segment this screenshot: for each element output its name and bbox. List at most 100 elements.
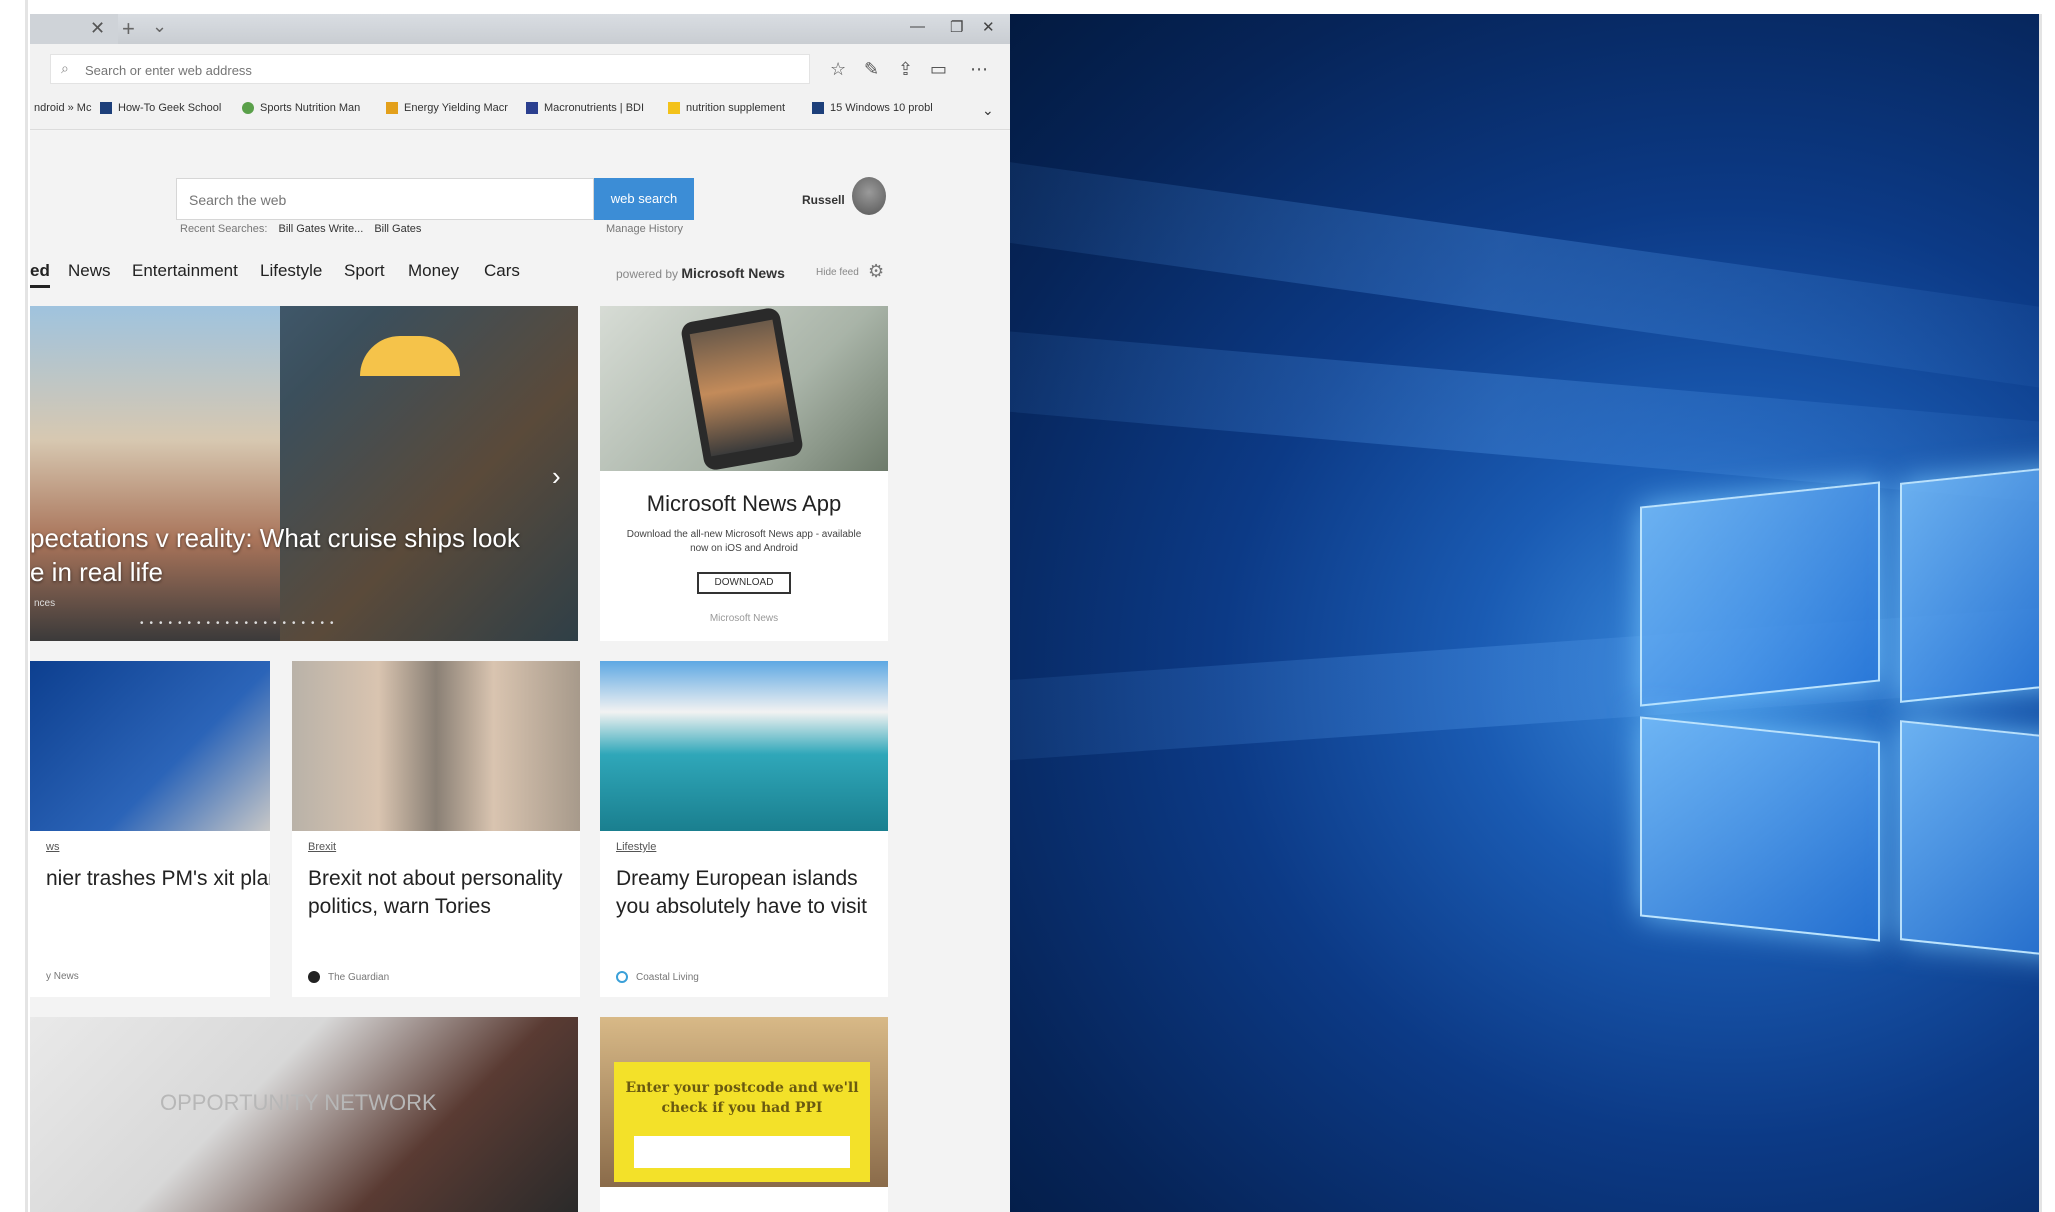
favorite-label: Energy Yielding Macr bbox=[404, 102, 508, 114]
windows-desktop-wallpaper bbox=[1010, 14, 2039, 1212]
microsoft-news-app-ad[interactable]: Microsoft News App Download the all-new … bbox=[600, 306, 888, 641]
powered-by-label: powered by Microsoft News bbox=[616, 265, 785, 281]
ppi-ad-card[interactable]: Enter your postcode and we'll check if y… bbox=[600, 1017, 888, 1212]
web-search-box[interactable] bbox=[176, 178, 594, 220]
hide-feed-link[interactable]: Hide feed bbox=[816, 267, 859, 278]
favorite-label: 15 Windows 10 probl bbox=[830, 102, 933, 114]
ad-source: Microsoft News bbox=[709, 613, 779, 624]
news-source-name: The Guardian bbox=[328, 971, 390, 983]
web-search-button[interactable]: web search bbox=[594, 178, 694, 220]
hero-carousel-card[interactable]: pectations v reality: What cruise ships … bbox=[30, 306, 578, 641]
recent-searches-label: Recent Searches: bbox=[180, 223, 268, 235]
share-icon[interactable]: ⇪ bbox=[898, 59, 913, 80]
tab-news[interactable]: News bbox=[68, 261, 111, 281]
tab-lifestyle[interactable]: Lifestyle bbox=[260, 261, 322, 281]
favorite-label: How-To Geek School bbox=[118, 102, 222, 114]
address-bar[interactable]: ⌕ bbox=[50, 54, 810, 84]
favorite-label: nutrition supplement bbox=[686, 102, 786, 114]
carousel-next-icon[interactable]: › bbox=[552, 461, 561, 492]
avatar[interactable] bbox=[852, 177, 886, 215]
search-icon: ⌕ bbox=[61, 60, 69, 76]
recent-search-item[interactable]: Bill Gates bbox=[374, 223, 421, 235]
favorite-item[interactable]: 15 Windows 10 probl bbox=[812, 102, 933, 114]
news-image bbox=[292, 661, 580, 831]
screenshot-frame: ✕ + ⌄ — ❐ ✕ ⌕ ☆ ✎ ⇪ ▭ ⋯ ndroid » Mc How-… bbox=[0, 0, 2055, 1212]
site-icon bbox=[812, 102, 824, 114]
news-headline[interactable]: Brexit not about personality politics, w… bbox=[308, 865, 570, 921]
favorites-bar: ndroid » Mc How-To Geek School Sports Nu… bbox=[30, 94, 1010, 130]
more-icon[interactable]: ⋯ bbox=[970, 59, 988, 80]
tab-feed[interactable]: ed bbox=[30, 261, 50, 288]
favorite-item[interactable]: ndroid » Mc bbox=[34, 102, 91, 114]
ad-image bbox=[600, 306, 888, 472]
hero-source: nces bbox=[34, 598, 56, 609]
favorite-item[interactable]: How-To Geek School bbox=[100, 102, 221, 114]
favorite-item[interactable]: Sports Nutrition Man bbox=[242, 102, 360, 114]
ad-description: Download the all-new Microsoft News app … bbox=[626, 529, 862, 554]
window-logo-pane bbox=[1900, 720, 2039, 958]
carousel-dots[interactable]: ••••••••••••••••••••• bbox=[140, 618, 340, 629]
tab-money[interactable]: Money bbox=[408, 261, 459, 281]
window-logo-pane bbox=[1900, 465, 2039, 703]
news-source: y News bbox=[46, 971, 79, 982]
news-headline[interactable]: Dreamy European islands you absolutely h… bbox=[616, 865, 878, 921]
address-input[interactable] bbox=[85, 59, 785, 81]
hero-image-left bbox=[30, 306, 280, 641]
news-card[interactable]: Lifestyle Dreamy European islands you ab… bbox=[600, 661, 888, 997]
source-logo-icon bbox=[308, 971, 320, 983]
news-source-name: y News bbox=[46, 971, 79, 982]
close-window-icon[interactable]: ✕ bbox=[982, 18, 995, 36]
powered-by-prefix: powered by bbox=[616, 267, 679, 281]
ad-title: Microsoft News App bbox=[646, 491, 842, 516]
tab-entertainment[interactable]: Entertainment bbox=[132, 261, 238, 281]
close-tab-icon[interactable]: ✕ bbox=[90, 18, 105, 39]
news-category[interactable]: Brexit bbox=[308, 841, 336, 853]
window-logo-pane bbox=[1640, 481, 1880, 707]
favorite-star-icon[interactable]: ☆ bbox=[830, 59, 846, 80]
hero-caption: pectations v reality: What cruise ships … bbox=[30, 523, 520, 587]
news-category[interactable]: Lifestyle bbox=[616, 841, 656, 853]
favorite-item[interactable]: Energy Yielding Macr bbox=[386, 102, 508, 114]
ppi-panel: Enter your postcode and we'll check if y… bbox=[614, 1062, 870, 1182]
news-card[interactable]: ws nier trashes PM's xit plan y News bbox=[30, 661, 270, 997]
postcode-input[interactable] bbox=[634, 1136, 850, 1168]
favorite-label: ndroid » Mc bbox=[34, 102, 92, 114]
hub-icon[interactable]: ▭ bbox=[930, 59, 947, 80]
news-image bbox=[600, 661, 888, 831]
new-tab-icon[interactable]: + bbox=[122, 16, 135, 42]
news-card-large[interactable]: OPPORTUNITY NETWORK bbox=[30, 1017, 578, 1212]
web-search-input[interactable] bbox=[189, 189, 569, 211]
news-category[interactable]: ws bbox=[46, 841, 59, 853]
news-headline[interactable]: nier trashes PM's xit plan bbox=[46, 865, 270, 893]
tab-sport[interactable]: Sport bbox=[344, 261, 385, 281]
ppi-text: Enter your postcode and we'll check if y… bbox=[625, 1080, 859, 1116]
pen-icon[interactable]: ✎ bbox=[864, 59, 879, 80]
window-logo-pane bbox=[1640, 716, 1880, 942]
minimize-icon[interactable]: — bbox=[910, 18, 925, 35]
phone-screen bbox=[689, 319, 794, 457]
favorite-item[interactable]: Macronutrients | BDI bbox=[526, 102, 644, 114]
recent-search-item[interactable]: Bill Gates Write... bbox=[279, 223, 364, 235]
powered-by-brand: Microsoft News bbox=[681, 265, 785, 281]
site-icon bbox=[386, 102, 398, 114]
download-button[interactable]: DOWNLOAD bbox=[697, 572, 791, 594]
new-tab-page: web search Recent Searches: Bill Gates W… bbox=[30, 131, 1010, 1212]
news-card[interactable]: Brexit Brexit not about personality poli… bbox=[292, 661, 580, 997]
folder-icon bbox=[668, 102, 680, 114]
left-margin bbox=[0, 0, 28, 1212]
gear-icon[interactable]: ⚙ bbox=[868, 261, 884, 282]
news-category-tabs: ed News Entertainment Lifestyle Sport Mo… bbox=[30, 261, 1010, 295]
tab-cars[interactable]: Cars bbox=[484, 261, 520, 281]
news-source: Coastal Living bbox=[616, 971, 699, 983]
umbrella-image bbox=[360, 336, 460, 376]
source-logo-icon bbox=[616, 971, 628, 983]
manage-history-link[interactable]: Manage History bbox=[606, 223, 683, 235]
user-name[interactable]: Russell bbox=[802, 193, 845, 207]
favorite-label: Sports Nutrition Man bbox=[260, 102, 361, 114]
chevron-down-icon[interactable]: ⌄ bbox=[982, 102, 994, 119]
chevron-down-icon[interactable]: ⌄ bbox=[152, 16, 167, 37]
site-icon bbox=[526, 102, 538, 114]
recent-searches: Recent Searches: Bill Gates Write... Bil… bbox=[180, 223, 421, 235]
restore-icon[interactable]: ❐ bbox=[950, 18, 963, 36]
favorite-item[interactable]: nutrition supplement bbox=[668, 102, 785, 114]
